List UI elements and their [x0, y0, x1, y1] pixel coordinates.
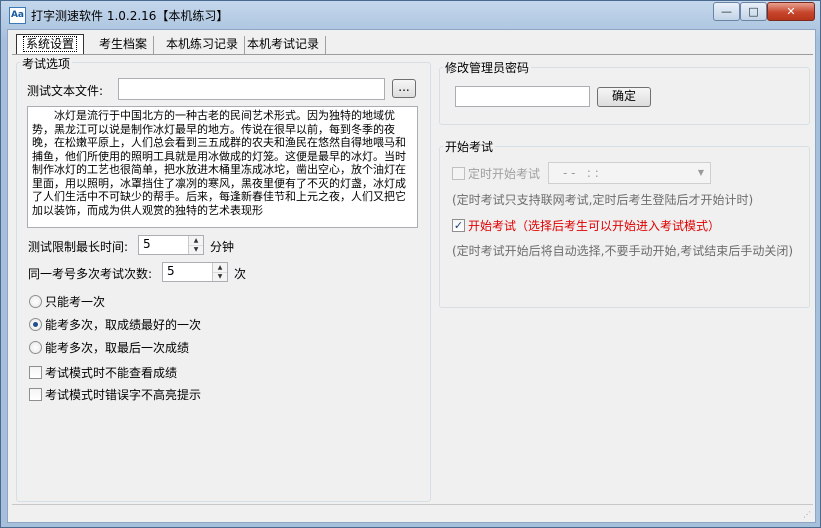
tab-exam-records[interactable]: 本机考试记录 [241, 36, 327, 54]
radio-best[interactable] [29, 318, 42, 331]
checkmark-icon: ✓ [453, 219, 464, 232]
start-exam-label[interactable]: 开始考试（选择后考生可以开始进入考试模式） [468, 217, 720, 234]
sample-text-area[interactable]: 冰灯是流行于中国北方的一种古老的民间艺术形式。因为独特的地域优势，黑龙江可以说是… [27, 106, 418, 228]
tab-label: 本机练习记录 [166, 37, 239, 51]
status-bar: ⋰ [12, 504, 813, 522]
timed-start-combo-value: - - : : [563, 166, 599, 180]
radio-best-label[interactable]: 能考多次，取成绩最好的一次 [45, 316, 201, 333]
start-exam-legend: 开始考试 [443, 138, 496, 155]
attempts-unit: 次 [234, 267, 247, 281]
tab-label: 考生档案 [99, 37, 148, 51]
window-title: 打字测速软件 1.0.2.16【本机练习】 [31, 9, 229, 23]
confirm-button[interactable]: 确定 [597, 87, 651, 107]
check-no-score-label[interactable]: 考试模式时不能查看成绩 [45, 364, 177, 381]
tab-label: 本机考试记录 [247, 37, 320, 51]
time-limit-unit: 分钟 [210, 240, 235, 254]
start-exam-hint: (定时考试开始后将自动选择,不要手动开始,考试结束后手动关闭) [452, 244, 793, 258]
app-window: Aa 打字测速软件 1.0.2.16【本机练习】 — □ ✕ 系统设置 考生档案… [0, 0, 821, 528]
time-limit-value: 5 [143, 237, 151, 251]
maximize-button[interactable]: □ [740, 2, 767, 21]
tab-label: 系统设置 [23, 36, 78, 52]
admin-password-input[interactable] [455, 86, 590, 107]
radio-once[interactable] [29, 295, 42, 308]
check-timed-start[interactable] [452, 167, 465, 180]
text-file-input[interactable] [118, 78, 385, 100]
attempts-value: 5 [167, 264, 175, 278]
attempts-label: 同一考号多次考试次数: [28, 267, 153, 281]
browse-button[interactable]: ... [392, 79, 416, 98]
timed-start-label[interactable]: 定时开始考试 [468, 165, 540, 182]
client-area: 系统设置 考生档案 本机练习记录 本机考试记录 考试选项 测试文本文件: ...… [7, 29, 816, 523]
text-file-label: 测试文本文件: [27, 84, 104, 98]
minimize-button[interactable]: — [713, 2, 740, 21]
radio-once-label[interactable]: 只能考一次 [45, 293, 105, 310]
resize-grip-icon[interactable]: ⋰ [801, 510, 811, 520]
exam-options-legend: 考试选项 [20, 55, 73, 72]
check-no-highlight[interactable] [29, 388, 42, 401]
time-limit-spinner[interactable]: 5 ▲ ▼ [138, 235, 204, 255]
check-start-exam[interactable]: ✓ [452, 219, 465, 232]
app-icon: Aa [9, 7, 26, 24]
admin-password-legend: 修改管理员密码 [443, 59, 532, 76]
close-button[interactable]: ✕ [767, 2, 815, 21]
tab-system-settings[interactable]: 系统设置 [16, 34, 85, 55]
spinner-arrows[interactable]: ▲ ▼ [212, 263, 227, 281]
radio-last-label[interactable]: 能考多次，取最后一次成绩 [45, 339, 189, 356]
check-no-score[interactable] [29, 366, 42, 379]
attempts-spinner[interactable]: 5 ▲ ▼ [162, 262, 228, 282]
tab-candidate-records[interactable]: 考生档案 [93, 36, 155, 54]
check-no-highlight-label[interactable]: 考试模式时错误字不高亮提示 [45, 386, 201, 403]
spinner-arrows[interactable]: ▲ ▼ [188, 236, 203, 254]
radio-last[interactable] [29, 341, 42, 354]
tab-practice-records[interactable]: 本机练习记录 [160, 36, 246, 54]
time-limit-label: 测试限制最长时间: [28, 240, 129, 254]
spinner-down-icon[interactable]: ▼ [189, 245, 203, 254]
timed-start-combo[interactable]: - - : : ▼ [548, 162, 711, 184]
chevron-down-icon[interactable]: ▼ [694, 165, 708, 181]
spinner-down-icon[interactable]: ▼ [213, 272, 227, 281]
title-bar[interactable]: Aa 打字测速软件 1.0.2.16【本机练习】 — □ ✕ [1, 1, 821, 29]
timed-start-hint: (定时考试只支持联网考试,定时后考生登陆后才开始计时) [452, 193, 754, 207]
settings-page: 考试选项 测试文本文件: ... 冰灯是流行于中国北方的一种古老的民间艺术形式。… [12, 55, 813, 504]
